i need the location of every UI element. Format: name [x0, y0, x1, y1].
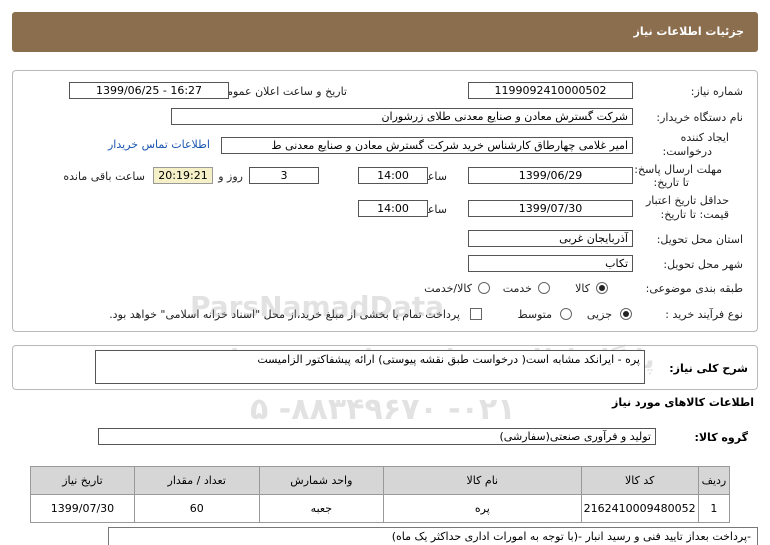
- province-label: استان محل تحویل:: [656, 233, 743, 246]
- goods-table-header: ردیف کد کالا نام کالا واحد شمارش تعداد /…: [30, 466, 731, 495]
- province-field: آذربایجان غربی: [468, 230, 633, 247]
- table-row: 1 2162410009480052 پره جعبه 60 1399/07/3…: [30, 494, 731, 523]
- col-quantity: تعداد / مقدار: [133, 466, 260, 495]
- col-item-code: کد کالا: [580, 466, 699, 495]
- need-info-panel: شماره نیاز: 1199092410000502 تاریخ و ساع…: [12, 70, 758, 332]
- goods-section-title: اطلاعات کالاهای مورد نیاز: [612, 396, 754, 409]
- deadline-date-field: 1399/06/29: [468, 167, 633, 184]
- creator-label-line1: ایجاد کننده: [680, 131, 729, 144]
- treasury-payment-text: پرداخت تمام یا بخشی از مبلغ خرید،از محل …: [109, 308, 460, 321]
- watermark-phone: ۰۲۱- ۸۸۳۴۹۶۷۰- ۵: [250, 392, 516, 427]
- process-radio-minor[interactable]: [620, 308, 632, 320]
- city-label: شهر محل تحویل:: [663, 258, 743, 271]
- col-item-name: نام کالا: [383, 466, 582, 495]
- deadline-label-line1: مهلت ارسال پاسخ:: [634, 163, 722, 176]
- goods-table: ردیف کد کالا نام کالا واحد شمارش تعداد /…: [30, 466, 731, 523]
- validity-time-field: 14:00: [358, 200, 428, 217]
- days-label: روز و: [218, 170, 243, 183]
- goods-group-label: گروه کالا:: [694, 431, 748, 444]
- category-radio-goods-service[interactable]: [478, 282, 490, 294]
- buyer-field: شرکت گسترش معادن و صنایع معدنی طلای زرشو…: [171, 108, 633, 125]
- category-radio-service[interactable]: [538, 282, 550, 294]
- buyer-label: نام دستگاه خریدار:: [656, 111, 743, 124]
- process-radio-medium[interactable]: [560, 308, 572, 320]
- cell-unit: جعبه: [258, 494, 385, 523]
- col-row-number: ردیف: [697, 466, 731, 495]
- col-unit: واحد شمارش: [258, 466, 385, 495]
- cell-item-name: پره: [383, 494, 582, 523]
- remaining-time-field: 20:19:21: [153, 167, 213, 184]
- col-need-date: تاریخ نیاز: [30, 466, 135, 495]
- validity-label-line2: قیمت: تا تاریخ:: [660, 208, 729, 221]
- process-option-minor: جزیی: [586, 308, 612, 321]
- buyer-notes-field: -پرداخت بعداز تایید فنی و رسید انبار -(ب…: [108, 527, 758, 545]
- cell-quantity: 60: [133, 494, 260, 523]
- announce-label: تاریخ و ساعت اعلان عمومی:: [214, 85, 347, 98]
- need-number-label: شماره نیاز:: [690, 85, 743, 98]
- category-option-goods: کالا: [575, 282, 590, 295]
- page-title: جزئیات اطلاعات نیاز: [633, 25, 745, 38]
- creator-field: امیر غلامی چهارطاق کارشناس خرید شرکت گست…: [221, 137, 633, 154]
- category-option-goods-service: کالا/خدمت: [424, 282, 472, 295]
- description-label: شرح کلی نیاز:: [669, 362, 748, 375]
- process-option-medium: متوسط: [517, 308, 552, 321]
- category-label: طبقه بندی موضوعی:: [645, 282, 743, 295]
- creator-label-line2: درخواست:: [662, 145, 712, 158]
- remaining-time-label: ساعت باقی مانده: [63, 170, 145, 183]
- cell-item-code: 2162410009480052: [580, 494, 699, 523]
- cell-need-date: 1399/07/30: [30, 494, 135, 523]
- category-radio-goods[interactable]: [596, 282, 608, 294]
- validity-label-line1: حداقل تاریخ اعتبار: [645, 194, 729, 207]
- cell-row-number: 1: [697, 494, 731, 523]
- deadline-time-field: 14:00: [358, 167, 428, 184]
- goods-group-field: تولید و فرآوری صنعتی(سفارشی): [98, 428, 656, 445]
- validity-date-field: 1399/07/30: [468, 200, 633, 217]
- city-field: تکاب: [468, 255, 633, 272]
- treasury-payment-checkbox[interactable]: [470, 308, 482, 320]
- need-number-field: 1199092410000502: [468, 82, 633, 99]
- buyer-contact-link[interactable]: اطلاعات تماس خریدار: [108, 138, 210, 151]
- days-remaining-field: 3: [249, 167, 319, 184]
- category-option-service: خدمت: [502, 282, 532, 295]
- process-label: نوع فرآیند خرید :: [665, 308, 743, 321]
- deadline-label-line2: تا تاریخ:: [653, 176, 689, 189]
- page-header: جزئیات اطلاعات نیاز: [12, 12, 758, 52]
- description-field: پره - ایرانکد مشابه است( درخواست طبق نقش…: [95, 350, 645, 384]
- announce-field: 1399/06/25 - 16:27: [69, 82, 229, 99]
